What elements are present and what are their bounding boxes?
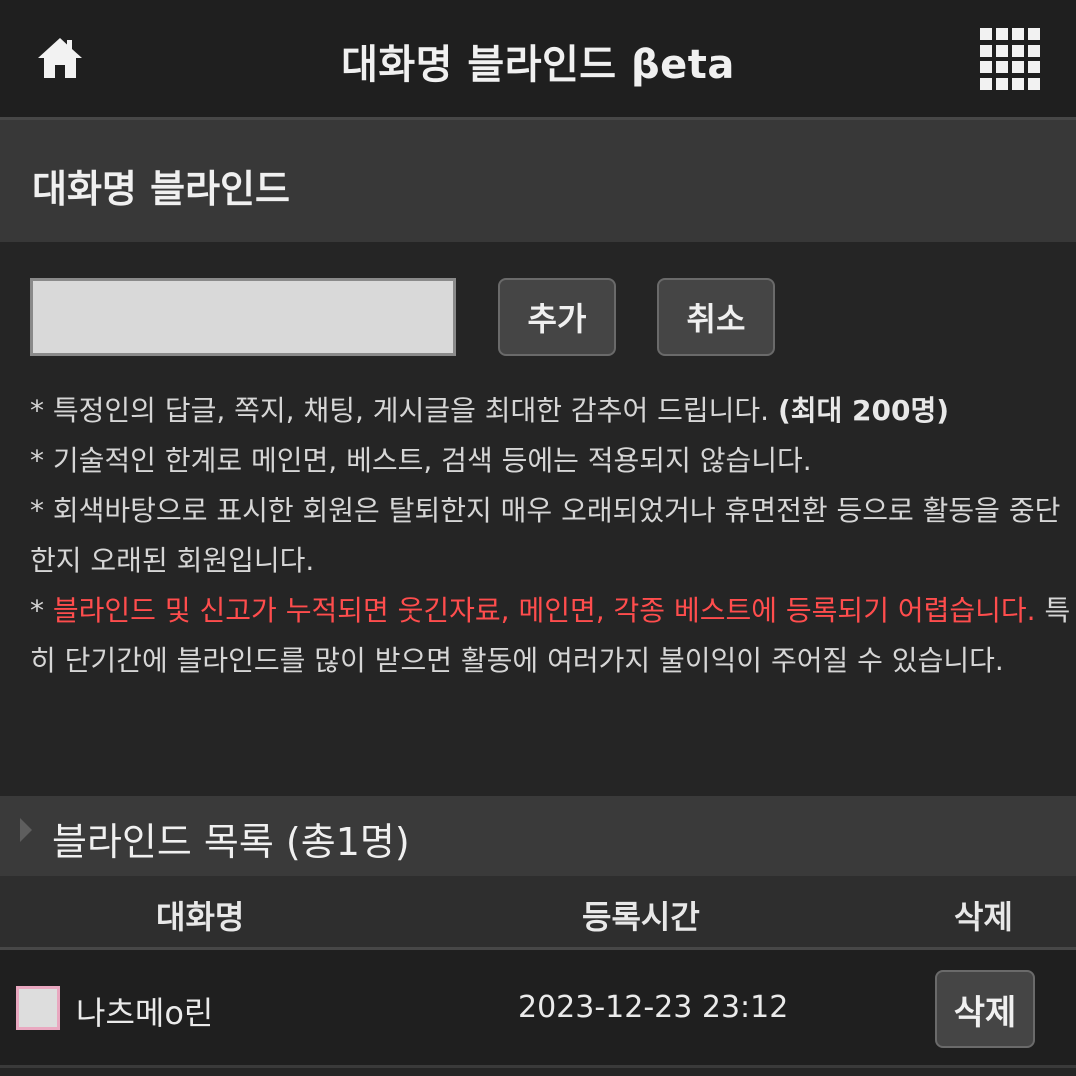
notice-line-1: * 특정인의 답글, 쪽지, 채팅, 게시글을 최대한 감추어 드립니다. (최… — [30, 394, 950, 427]
top-bar: 대화명 블라인드 βeta — [0, 0, 1076, 120]
blind-list-header[interactable]: 블라인드 목록 (총1명) — [0, 796, 1076, 876]
section-title: 대화명 블라인드 — [32, 167, 290, 211]
max-count-note: (최대 200명) — [777, 394, 950, 427]
app-title: 대화명 블라인드 βeta — [341, 42, 735, 88]
notice-line-4: * 블라인드 및 신고가 누적되면 웃긴자료, 메인면, 각종 베스트에 등록되… — [30, 594, 1071, 677]
expand-arrow-icon — [20, 818, 32, 842]
grid-menu-icon[interactable] — [980, 28, 1042, 90]
avatar — [16, 986, 60, 1030]
notice-text: * 특정인의 답글, 쪽지, 채팅, 게시글을 최대한 감추어 드립니다. (최… — [30, 386, 1076, 686]
notice-line-3: * 회색바탕으로 표시한 회원은 탈퇴한지 매우 오래되었거나 휴면전환 등으로… — [30, 494, 1061, 577]
warning-text: 블라인드 및 신고가 누적되면 웃긴자료, 메인면, 각종 베스트에 등록되기 … — [52, 594, 1036, 627]
row-registered-time: 2023-12-23 23:12 — [518, 990, 789, 1025]
column-header-time: 등록시간 — [582, 898, 700, 936]
row-nickname[interactable]: 나츠메o린 — [76, 988, 213, 1034]
column-header-nickname: 대화명 — [156, 898, 245, 936]
nickname-input[interactable] — [30, 278, 456, 356]
add-button[interactable]: 추가 — [498, 278, 616, 356]
blind-list-title: 블라인드 목록 (총1명) — [52, 820, 410, 864]
table-row: 나츠메o린 2023-12-23 23:12 삭제 — [0, 950, 1076, 1068]
notice-line-2: * 기술적인 한계로 메인면, 베스트, 검색 등에는 적용되지 않습니다. — [30, 444, 812, 477]
section-header: 대화명 블라인드 — [0, 120, 1076, 242]
cancel-button[interactable]: 취소 — [657, 278, 775, 356]
table-header: 대화명 등록시간 삭제 — [0, 876, 1076, 950]
column-header-delete: 삭제 — [954, 898, 1013, 936]
delete-button[interactable]: 삭제 — [935, 970, 1035, 1048]
